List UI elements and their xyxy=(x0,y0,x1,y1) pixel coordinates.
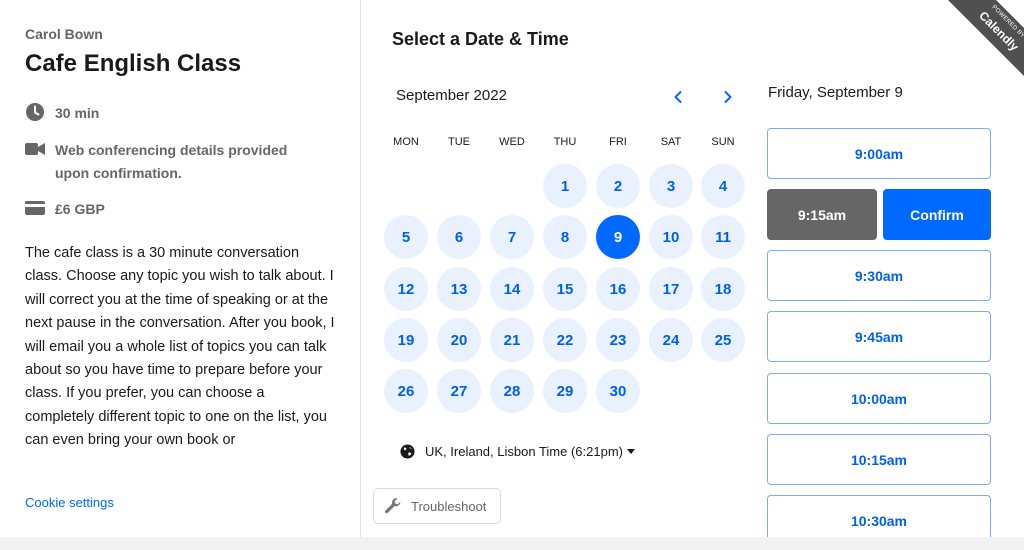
timezone-label: UK, Ireland, Lisbon Time (6:21pm) xyxy=(425,444,623,459)
calendar-day-21[interactable]: 21 xyxy=(490,318,534,362)
scheduler-panel: Select a Date & Time September 2022 MON T… xyxy=(361,0,1024,537)
weekday-label: MON xyxy=(393,136,419,148)
chevron-right-icon xyxy=(724,91,732,103)
calendar-day-10[interactable]: 10 xyxy=(649,215,693,259)
duration-text: 30 min xyxy=(55,105,100,121)
calendar-day-29[interactable]: 29 xyxy=(543,369,587,413)
calendar-day-2[interactable]: 2 xyxy=(596,164,640,208)
calendar-day-7[interactable]: 7 xyxy=(490,215,534,259)
calendar-day-26[interactable]: 26 xyxy=(384,369,428,413)
calendar-day-6[interactable]: 6 xyxy=(437,215,481,259)
event-title: Cafe English Class xyxy=(25,50,242,77)
price-row: £6 GBP xyxy=(25,198,320,221)
caret-down-icon xyxy=(626,448,635,454)
powered-by-calendly-badge[interactable]: POWERED BY Calendly xyxy=(934,0,1024,90)
next-month-button[interactable] xyxy=(717,86,739,108)
time-slot[interactable]: 10:30am xyxy=(767,495,991,537)
weekday-label: SAT xyxy=(660,136,682,148)
calendar-day-11[interactable]: 11 xyxy=(701,215,745,259)
calendar-day-1[interactable]: 1 xyxy=(543,164,587,208)
weekday-label: TUE xyxy=(448,136,470,148)
wrench-icon xyxy=(385,498,401,514)
calendar-month-label: September 2022 xyxy=(396,87,507,104)
calendar-day-12[interactable]: 12 xyxy=(384,267,428,311)
cookie-settings-link[interactable]: Cookie settings xyxy=(25,495,114,510)
calendar-day-14[interactable]: 14 xyxy=(490,267,534,311)
calendar-day-15[interactable]: 15 xyxy=(543,267,587,311)
calendar-day-8[interactable]: 8 xyxy=(543,215,587,259)
selected-date-label: Friday, September 9 xyxy=(768,84,903,101)
credit-card-icon xyxy=(25,198,45,218)
troubleshoot-label: Troubleshoot xyxy=(411,498,487,514)
calendar-day-3[interactable]: 3 xyxy=(649,164,693,208)
time-slot[interactable]: 10:15am xyxy=(767,434,991,485)
timezone-selector[interactable]: UK, Ireland, Lisbon Time (6:21pm) xyxy=(400,444,645,459)
time-slot[interactable]: 10:00am xyxy=(767,373,991,424)
weekday-label: THU xyxy=(553,136,577,148)
calendar-day-9[interactable]: 9 xyxy=(596,215,640,259)
clock-icon xyxy=(25,102,45,122)
calendar-day-25[interactable]: 25 xyxy=(701,318,745,362)
calendar-day-22[interactable]: 22 xyxy=(543,318,587,362)
location-row: Web conferencing details provided upon c… xyxy=(25,139,320,185)
calendar-day-5[interactable]: 5 xyxy=(384,215,428,259)
weekday-label: WED xyxy=(499,136,525,148)
selected-time-slot[interactable]: 9:15am xyxy=(767,189,877,240)
calendly-brand-label: Calendly xyxy=(976,8,1022,54)
calendar-day-23[interactable]: 23 xyxy=(596,318,640,362)
chevron-left-icon xyxy=(674,91,682,103)
calendar-day-27[interactable]: 27 xyxy=(437,369,481,413)
calendar-day-4[interactable]: 4 xyxy=(701,164,745,208)
weekday-label: SUN xyxy=(711,136,735,148)
event-description: The cafe class is a 30 minute conversati… xyxy=(25,245,335,449)
video-camera-icon xyxy=(25,139,45,159)
weekday-label: FRI xyxy=(609,136,627,148)
calendar-day-20[interactable]: 20 xyxy=(437,318,481,362)
price-text: £6 GBP xyxy=(55,201,105,217)
organizer-name: Carol Bown xyxy=(25,26,103,42)
time-slot[interactable]: 9:45am xyxy=(767,311,991,362)
calendar-day-24[interactable]: 24 xyxy=(649,318,693,362)
troubleshoot-button[interactable]: Troubleshoot xyxy=(373,488,501,524)
calendar-day-28[interactable]: 28 xyxy=(490,369,534,413)
time-slot[interactable]: 9:30am xyxy=(767,250,991,301)
calendar-day-19[interactable]: 19 xyxy=(384,318,428,362)
previous-month-button[interactable] xyxy=(667,86,689,108)
globe-icon xyxy=(400,444,415,459)
event-details-panel: Carol Bown Cafe English Class 30 min Web… xyxy=(0,0,361,537)
calendar-day-16[interactable]: 16 xyxy=(596,267,640,311)
scheduler-heading: Select a Date & Time xyxy=(392,29,569,49)
confirm-button[interactable]: Confirm xyxy=(883,189,991,240)
booking-card: Carol Bown Cafe English Class 30 min Web… xyxy=(0,0,1024,537)
duration-row: 30 min xyxy=(25,102,320,125)
location-text: Web conferencing details provided upon c… xyxy=(55,142,288,181)
calendar-day-30[interactable]: 30 xyxy=(596,369,640,413)
calendar-day-18[interactable]: 18 xyxy=(701,267,745,311)
calendar-day-17[interactable]: 17 xyxy=(649,267,693,311)
time-slot[interactable]: 9:00am xyxy=(767,128,991,179)
calendar-day-13[interactable]: 13 xyxy=(437,267,481,311)
